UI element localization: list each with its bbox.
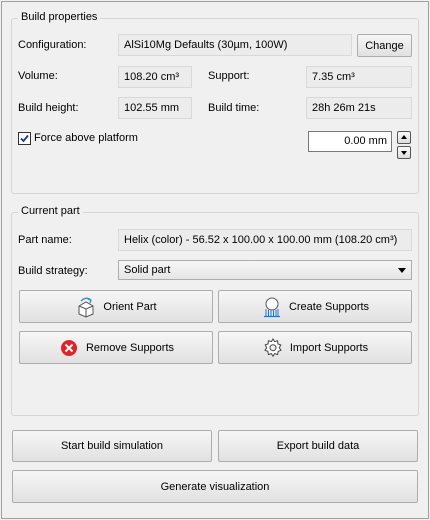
force-above-checkbox[interactable] xyxy=(18,132,31,145)
configuration-label: Configuration: xyxy=(18,39,87,51)
remove-icon xyxy=(58,337,80,359)
force-above-label[interactable]: Force above platform xyxy=(34,131,138,145)
support-label: Support: xyxy=(208,70,250,82)
create-supports-button[interactable]: Create Supports xyxy=(218,290,412,323)
configuration-field: AlSi10Mg Defaults (30µm, 100W) xyxy=(118,34,352,56)
current-part-title: Current part xyxy=(18,205,83,217)
import-supports-button[interactable]: Import Supports xyxy=(218,331,412,364)
create-supports-icon xyxy=(261,296,283,318)
generate-visualization-button[interactable]: Generate visualization xyxy=(12,470,418,503)
chevron-up-icon xyxy=(401,135,407,139)
offset-input[interactable]: 0.00 mm xyxy=(308,131,392,152)
orient-part-label: Orient Part xyxy=(103,300,157,313)
orient-part-button[interactable]: Orient Part xyxy=(19,290,213,323)
build-time-field: 28h 26m 21s xyxy=(306,97,412,119)
offset-spin-up-button[interactable] xyxy=(397,131,411,144)
build-strategy-value: Solid part xyxy=(124,264,171,276)
start-build-simulation-button[interactable]: Start build simulation xyxy=(12,430,212,462)
gear-icon xyxy=(262,337,284,359)
build-height-field: 102.55 mm xyxy=(118,97,192,119)
part-name-label: Part name: xyxy=(18,234,72,246)
dropdown-arrow-icon xyxy=(398,268,406,273)
export-build-data-button[interactable]: Export build data xyxy=(218,430,418,462)
volume-label: Volume: xyxy=(18,70,58,82)
checkmark-icon xyxy=(20,134,29,143)
offset-spin-down-button[interactable] xyxy=(397,146,411,159)
build-height-label: Build height: xyxy=(18,102,79,114)
support-field: 7.35 cm³ xyxy=(306,66,412,88)
volume-field: 108.20 cm³ xyxy=(118,66,192,88)
part-name-field: Helix (color) - 56.52 x 100.00 x 100.00 … xyxy=(118,229,412,251)
remove-supports-label: Remove Supports xyxy=(85,341,175,354)
build-strategy-select[interactable]: Solid part xyxy=(118,260,412,280)
remove-supports-button[interactable]: Remove Supports xyxy=(19,331,213,364)
build-strategy-label: Build strategy: xyxy=(18,265,88,277)
change-button[interactable]: Change xyxy=(357,34,412,57)
orient-part-icon xyxy=(75,296,97,318)
import-supports-label: Import Supports xyxy=(289,341,369,354)
build-properties-title: Build properties xyxy=(18,11,101,23)
chevron-down-icon xyxy=(401,151,407,155)
build-time-label: Build time: xyxy=(208,102,260,114)
create-supports-label: Create Supports xyxy=(288,300,370,313)
